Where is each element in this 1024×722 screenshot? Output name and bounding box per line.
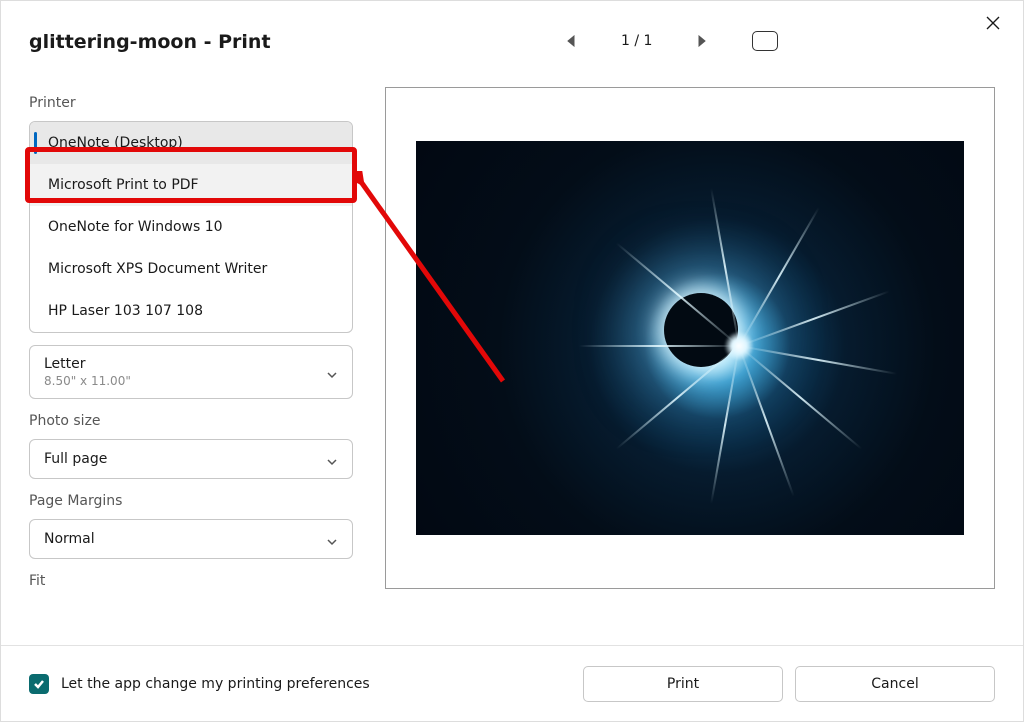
print-options-panel: Printer OneNote (Desktop) Microsoft Prin… <box>29 81 353 599</box>
ray <box>739 345 897 375</box>
print-preview <box>385 87 995 589</box>
printer-option-microsoft-print-to-pdf[interactable]: Microsoft Print to PDF <box>30 164 352 206</box>
paper-size-dimensions: 8.50" x 11.00" <box>44 374 131 388</box>
chevron-left-icon <box>566 35 576 47</box>
ray <box>738 207 820 347</box>
close-icon <box>986 16 1000 30</box>
printer-option-hp-laser[interactable]: HP Laser 103 107 108 <box>30 290 352 332</box>
preferences-label[interactable]: Let the app change my printing preferenc… <box>61 676 370 692</box>
page-margins-label: Page Margins <box>29 493 353 509</box>
printer-label: Printer <box>29 95 353 111</box>
close-button[interactable] <box>977 7 1009 39</box>
cancel-button[interactable]: Cancel <box>795 666 995 702</box>
printer-option-xps-document-writer[interactable]: Microsoft XPS Document Writer <box>30 248 352 290</box>
dialog-title: glittering-moon - Print <box>29 31 271 53</box>
photo-size-select[interactable]: Full page <box>29 439 353 479</box>
photo-size-value: Full page <box>44 451 107 467</box>
print-dialog: glittering-moon - Print 1 / 1 Printer On… <box>0 0 1024 722</box>
page-margins-value: Normal <box>44 531 95 547</box>
printer-dropdown-list[interactable]: OneNote (Desktop) Microsoft Print to PDF… <box>29 121 353 333</box>
dialog-footer: Let the app change my printing preferenc… <box>1 645 1023 721</box>
preferences-checkbox[interactable] <box>29 674 49 694</box>
chevron-down-icon <box>326 453 338 465</box>
page-margins-select[interactable]: Normal <box>29 519 353 559</box>
next-page-button[interactable] <box>692 31 712 51</box>
paper-size-select[interactable]: Letter 8.50" x 11.00" <box>29 345 353 399</box>
printer-option-onenote-desktop[interactable]: OneNote (Desktop) <box>30 122 352 164</box>
page-navigator: 1 / 1 <box>561 31 778 51</box>
chevron-down-icon <box>326 366 338 378</box>
preview-image <box>416 141 964 535</box>
preview-page <box>405 110 975 566</box>
chevron-down-icon <box>326 533 338 545</box>
ray <box>739 290 890 347</box>
ray <box>711 346 741 504</box>
ray <box>579 345 739 347</box>
fullscreen-button[interactable] <box>752 31 778 51</box>
prev-page-button[interactable] <box>561 31 581 51</box>
fit-label: Fit <box>29 573 353 589</box>
page-indicator: 1 / 1 <box>621 33 652 49</box>
photo-size-label: Photo size <box>29 413 353 429</box>
printer-option-onenote-windows-10[interactable]: OneNote for Windows 10 <box>30 206 352 248</box>
print-button[interactable]: Print <box>583 666 783 702</box>
paper-size-value: Letter <box>44 356 131 372</box>
check-icon <box>33 678 45 690</box>
chevron-right-icon <box>697 35 707 47</box>
